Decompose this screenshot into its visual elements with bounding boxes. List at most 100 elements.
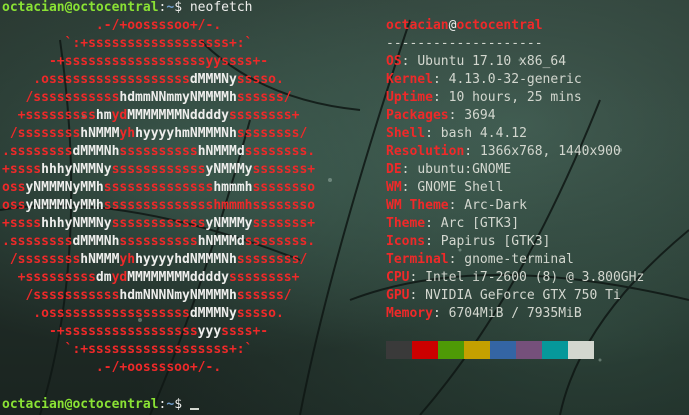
info-value: 3694 xyxy=(464,108,496,123)
logo-line: +sssssssssdmydMMMMMMMMddddyssssssss+ xyxy=(2,269,307,287)
prompt-line-2[interactable]: octacian@octocentral:~$ xyxy=(2,396,199,414)
info-colon: : xyxy=(464,144,480,159)
info-key: Icons xyxy=(386,234,426,249)
info-row: Icons: Papirus [GTK3] xyxy=(386,233,550,251)
logo-segment: hyyyyhdNMMMNh xyxy=(135,252,237,267)
info-value: 6704MiB / 7935MiB xyxy=(448,306,582,321)
info-row: Uptime: 10 hours, 25 mins xyxy=(386,89,582,107)
logo-line: .ssssssssdMMMNhsssssssssshNMMMdssssssss. xyxy=(2,143,315,161)
logo-segment: yh xyxy=(119,126,136,141)
logo-segment: hNMMM xyxy=(80,126,120,141)
info-colon: : xyxy=(448,198,465,213)
logo-line: /sssssssshNMMMyhhyyyyhmNMMMNhssssssss/ xyxy=(2,125,315,143)
info-row: Resolution: 1366x768, 1440x900 xyxy=(386,143,621,161)
logo-segment: hdmNNNNmyNMMMMh xyxy=(119,288,237,303)
info-value: Arc [GTK3] xyxy=(440,216,520,231)
info-row: GPU: NVIDIA GeForce GTX 750 Ti xyxy=(386,287,621,305)
info-value: ubuntu:GNOME xyxy=(417,162,512,177)
info-key: CPU xyxy=(386,270,410,285)
logo-line: ossyNMMMNyMMhsssssssssssssshmmmhssssssso xyxy=(2,197,315,215)
logo-line: /ssssssssssshdmmNNmmyNMMMMhssssss/ xyxy=(2,89,307,107)
prompt-user-host: octacian@octocentral xyxy=(2,0,159,15)
info-colon: : xyxy=(401,54,418,69)
info-key: Uptime xyxy=(386,90,433,105)
logo-segment: /ssssssss xyxy=(2,252,81,267)
info-key: DE xyxy=(386,162,402,177)
logo-segment: .-/+oossssoo+/-. xyxy=(2,360,308,375)
prompt-line-1: octacian@octocentral:~$ neofetch xyxy=(2,0,252,17)
logo-segment: yd xyxy=(111,270,128,285)
info-colon: : xyxy=(425,234,441,249)
info-colon: : xyxy=(432,90,449,105)
info-value: Ubuntu 17.10 x86_64 xyxy=(417,54,567,69)
terminal-output: octacian@octocentral:~$ neofetch .-/+oos… xyxy=(0,0,689,415)
logo-line: `:+ssssssssssssssssss+:` xyxy=(2,35,307,53)
logo-segment: .ssssssss xyxy=(2,144,73,159)
info-key: Terminal xyxy=(386,252,449,267)
logo-segment: MMMMMMMNddddy xyxy=(127,108,229,123)
logo-segment: hhhyNMMNy xyxy=(41,216,112,231)
logo-segment: `:+ssssssssssssssssss+:` xyxy=(2,342,308,357)
logo-segment: -+ssssssssssssssssssyyssss+- xyxy=(2,54,308,69)
info-row: Memory: 6704MiB / 7935MiB xyxy=(386,305,582,323)
color-swatch xyxy=(542,341,568,359)
logo-line: `:+ssssssssssssssssss+:` xyxy=(2,341,307,359)
info-value: 10 hours, 25 mins xyxy=(448,90,582,105)
color-swatch xyxy=(516,341,542,359)
logo-line: +sssshhhyNMMNyssssssssssssyNMMMysssssss+ xyxy=(2,215,315,233)
logo-line: -+ssssssssssssssssssyyssss+- xyxy=(2,53,307,71)
logo-segment: hdmmNNmmyNMMMMh xyxy=(119,90,237,105)
logo-segment: sssssss+ xyxy=(252,162,316,177)
logo-segment: +ssss xyxy=(2,216,42,231)
logo-segment: ssssssss. xyxy=(244,144,316,159)
info-value: Arc-Dark xyxy=(464,198,527,213)
logo-segment: dMMMNy xyxy=(189,306,237,321)
logo-segment: ssssssssssss xyxy=(111,216,206,231)
logo-segment: oss xyxy=(2,198,26,213)
info-separator: -------------------- xyxy=(386,36,543,51)
logo-segment: ssssssss/ xyxy=(236,252,316,267)
info-user: octacian xyxy=(386,18,449,33)
prompt-sigil: $ xyxy=(174,0,183,15)
logo-segment: yd xyxy=(111,108,128,123)
info-colon: : xyxy=(401,180,418,195)
logo-segment: ssssssss+ xyxy=(228,270,308,285)
logo-segment: ssssssss+ xyxy=(228,108,308,123)
info-value: 1366x768, 1440x900 xyxy=(479,144,621,159)
logo-segment: MMMMMMMMddddy xyxy=(127,270,229,285)
info-key: WM xyxy=(386,180,402,195)
logo-segment: +sssssssss xyxy=(2,108,96,123)
info-key: Kernel xyxy=(386,72,433,87)
logo-segment: +sssssssss xyxy=(2,270,96,285)
info-row: WM: GNOME Shell xyxy=(386,179,503,197)
logo-segment: hhhyNMMNy xyxy=(41,162,112,177)
logo-segment: ssssssssssssss xyxy=(103,180,214,195)
info-key: OS xyxy=(386,54,402,69)
info-row: Terminal: gnome-terminal xyxy=(386,251,574,269)
logo-segment: ssssssso xyxy=(252,180,316,195)
logo-segment: ssssss/ xyxy=(236,288,308,303)
logo-line: .ossssssssssssssssssdMMMNysssso. xyxy=(2,305,307,323)
info-value: GNOME Shell xyxy=(417,180,504,195)
logo-segment: /sssssssssss xyxy=(2,90,120,105)
info-value: bash 4.4.12 xyxy=(440,126,527,141)
logo-segment: -+sssssssssssssssss xyxy=(2,324,198,339)
logo-segment: yNMMMNyMMh xyxy=(25,198,104,213)
info-value: Papirus [GTK3] xyxy=(440,234,551,249)
info-row: CPU: Intel i7-2600 (8) @ 3.800GHz xyxy=(386,269,644,287)
info-row: Packages: 3694 xyxy=(386,107,496,125)
logo-segment: hyyyyhmNMMMNh xyxy=(135,126,237,141)
info-colon: : xyxy=(425,126,441,141)
info-key: Packages xyxy=(386,108,449,123)
logo-line: /ssssssssssshdmNNNNmyNMMMMhssssss/ xyxy=(2,287,307,305)
logo-segment: ssssss/ xyxy=(236,90,308,105)
info-key: GPU xyxy=(386,288,410,303)
command-text: neofetch xyxy=(189,0,253,15)
info-title: octacian@octocentral xyxy=(386,17,543,35)
color-swatch xyxy=(490,341,516,359)
info-host: octocentral xyxy=(456,18,543,33)
info-row: WM Theme: Arc-Dark xyxy=(386,197,527,215)
info-row: OS: Ubuntu 17.10 x86_64 xyxy=(386,53,566,71)
info-key: Shell xyxy=(386,126,426,141)
info-colon: : xyxy=(448,252,465,267)
